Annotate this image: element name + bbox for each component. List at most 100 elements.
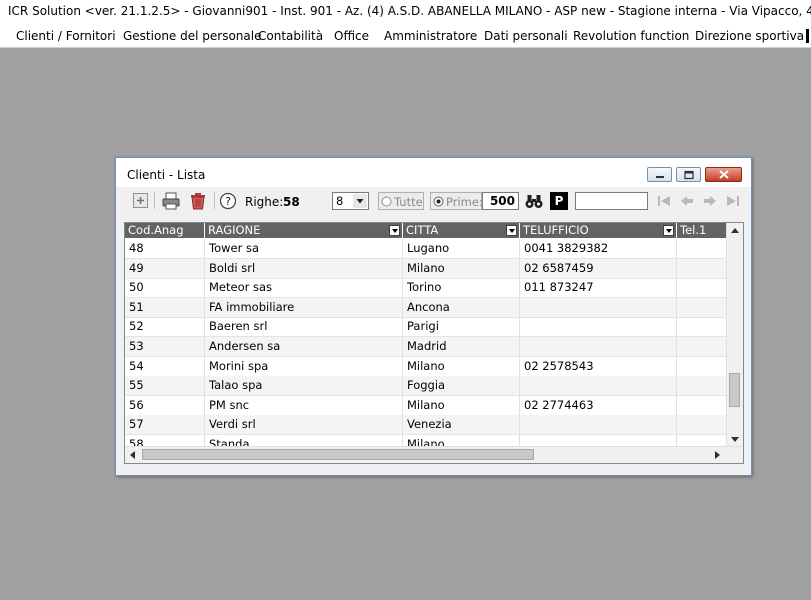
cell-tel: 0041 3829382 [520,239,677,258]
cell-ragione: Boldi srl [205,258,403,278]
delete-button[interactable] [188,191,208,211]
cell-ragione: Tower sa [205,239,403,258]
app-title: ICR Solution <ver. 21.1.2.5> - Giovanni9… [8,4,811,18]
toolbar: ? Righe: 58 8 Tutte Prime: 500 P [122,189,744,213]
menu-amministratore[interactable]: Amministratore [384,27,477,45]
first-record-button[interactable] [656,193,672,209]
scroll-right-arrow-icon[interactable] [709,447,725,463]
cell-citta: Milano [403,356,520,376]
righe-label: Righe: [245,195,284,209]
add-record-button[interactable] [133,193,148,208]
cell-tel: 02 2578543 [520,356,677,376]
menu-office[interactable]: Office [334,27,369,45]
last-record-icon [727,196,739,206]
search-input[interactable] [575,192,648,210]
help-button[interactable]: ? [219,192,237,210]
table-row[interactable]: 56 PM snc Milano 02 2774463 [125,395,727,416]
column-header-tel1[interactable]: Tel.1 [677,223,727,238]
menu-revolution-function[interactable]: Revolution function [573,27,689,45]
menu-dati-personali[interactable]: Dati personali [484,27,568,45]
chevron-down-icon [353,194,367,208]
column-header-label: TELUFFICIO [523,223,589,237]
cell-cod: 52 [125,317,205,337]
filter-dropdown-icon[interactable] [506,225,517,236]
column-header-cod-anag[interactable]: Cod.Anag [125,223,205,238]
close-button[interactable] [705,167,742,182]
table-row[interactable]: 52 Baeren srl Parigi [125,317,727,338]
table-row[interactable]: 54 Morini spa Milano 02 2578543 [125,356,727,377]
toolbar-separator [214,192,215,209]
app-title-bar: ICR Solution <ver. 21.1.2.5> - Giovanni9… [0,0,811,24]
radio-tutte[interactable]: Tutte [378,192,424,210]
cell-tel [520,297,677,317]
plus-icon [137,197,144,204]
cell-cod: 51 [125,297,205,317]
page-size-value: 8 [336,194,344,208]
cell-tel1 [677,356,727,376]
previous-record-button[interactable] [679,193,695,209]
cell-tel1 [677,395,727,415]
cell-tel [520,376,677,396]
cell-cod: 53 [125,337,205,356]
table-row[interactable]: 50 Meteor sas Torino 011 873247 [125,278,727,299]
scroll-left-arrow-icon[interactable] [125,447,141,463]
first-record-icon [658,196,670,206]
column-header-ragione[interactable]: RAGIONE [205,223,403,238]
printer-icon [162,192,180,210]
next-arrow-icon [704,196,716,206]
scroll-up-arrow-icon[interactable] [727,223,743,239]
menu-gestione-personale[interactable]: Gestione del personale [123,27,261,45]
maximize-icon [684,170,694,180]
cell-tel1 [677,415,727,435]
column-header-telufficio[interactable]: TELUFFICIO [520,223,677,238]
table-row[interactable]: 51 FA immobiliare Ancona [125,297,727,318]
vertical-scrollbar[interactable] [726,223,743,447]
cell-cod: 50 [125,278,205,298]
horizontal-scroll-thumb[interactable] [142,449,534,460]
cell-ragione: Talao spa [205,376,403,396]
cell-ragione: Baeren srl [205,317,403,337]
radio-prime-label: Prime: [446,195,483,209]
radio-unchecked-icon [381,196,392,207]
prime-count-input[interactable]: 500 [482,192,519,210]
toolbar-separator [154,192,155,209]
cell-ragione: Meteor sas [205,278,403,298]
minimize-button[interactable] [647,167,672,182]
menu-clienti-fornitori[interactable]: Clienti / Fornitori [16,27,116,45]
column-header-citta[interactable]: CITTA [403,223,520,238]
horizontal-scrollbar[interactable] [125,446,743,463]
radio-tutte-label: Tutte [394,195,423,209]
trash-icon [191,193,205,210]
filter-dropdown-icon[interactable] [663,225,674,236]
cell-tel1 [677,258,727,278]
svg-text:?: ? [225,195,231,208]
menu-contabilita[interactable]: Contabilità [258,27,323,45]
filter-dropdown-icon[interactable] [389,225,400,236]
cell-ragione: PM snc [205,395,403,415]
cell-cod: 49 [125,258,205,278]
column-header-label: Tel.1 [680,223,707,237]
scroll-down-arrow-icon[interactable] [727,431,743,447]
cell-citta: Ancona [403,297,520,317]
column-header-label: RAGIONE [208,223,261,237]
vertical-scroll-thumb[interactable] [729,373,740,407]
table-row[interactable]: 49 Boldi srl Milano 02 6587459 [125,258,727,279]
righe-count: 58 [283,195,300,209]
radio-prime[interactable]: Prime: [430,192,483,210]
cell-tel: 02 2774463 [520,395,677,415]
page-size-select[interactable]: 8 [332,192,369,210]
cell-tel1 [677,337,727,356]
cell-ragione: Andersen sa [205,337,403,356]
table-row[interactable]: 53 Andersen sa Madrid [125,337,727,357]
table-row[interactable]: 55 Talao spa Foggia [125,376,727,397]
last-record-button[interactable] [725,193,741,209]
table-row[interactable]: 48 Tower sa Lugano 0041 3829382 [125,239,727,259]
print-button[interactable] [161,191,181,211]
table-row[interactable]: 57 Verdi srl Venezia [125,415,727,436]
search-button[interactable] [524,191,544,211]
next-record-button[interactable] [702,193,718,209]
cell-tel [520,337,677,356]
maximize-button[interactable] [676,167,701,182]
p-button[interactable]: P [550,192,568,210]
menu-direzione-sportiva[interactable]: Direzione sportiva [695,27,804,45]
